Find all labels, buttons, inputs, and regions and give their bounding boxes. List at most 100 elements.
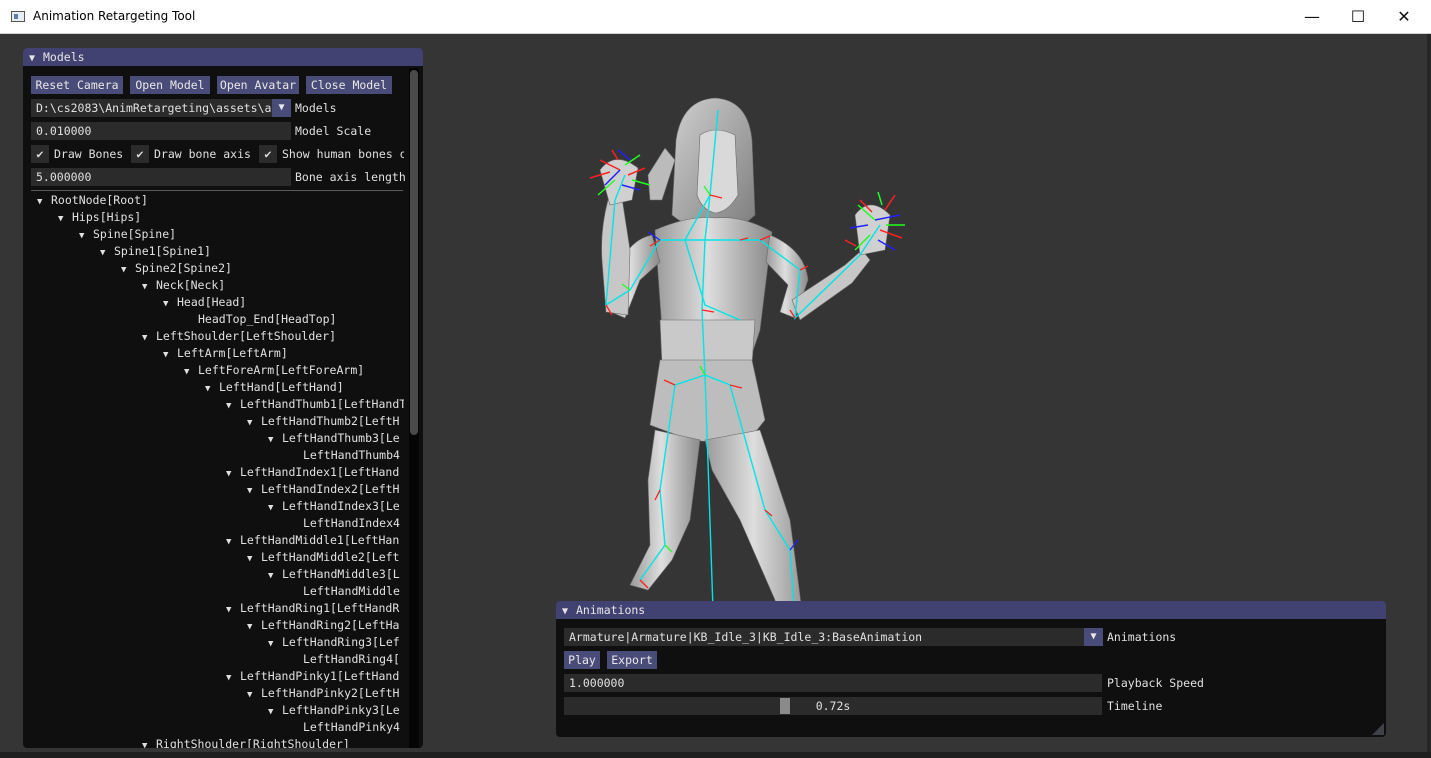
maximize-button[interactable]: ☐ — [1335, 0, 1381, 33]
expand-arrow-icon[interactable]: ▼ — [268, 704, 282, 721]
tree-node[interactable]: LeftHandThumb4 — [289, 447, 400, 464]
expand-arrow-icon[interactable]: ▼ — [247, 619, 261, 636]
model-scale-input[interactable]: 0.010000 — [31, 122, 291, 140]
tree-node[interactable]: ▼ LeftHandIndex3[Le — [268, 498, 400, 515]
expand-arrow-icon[interactable]: ▼ — [58, 211, 72, 228]
tree-node[interactable]: ▼ LeftHandMiddle2[Left — [247, 549, 399, 566]
checkmark-icon: ✔ — [36, 147, 44, 161]
tree-node[interactable]: LeftHandRing4[ — [289, 651, 400, 668]
animation-clip-combo[interactable]: Armature|Armature|KB_Idle_3|KB_Idle_3:Ba… — [564, 628, 1085, 646]
tree-node[interactable]: ▼ LeftHandRing1[LeftHandR — [226, 600, 399, 617]
tree-node[interactable]: ▼ LeftHand[LeftHand] — [205, 379, 344, 396]
export-button[interactable]: Export — [607, 651, 657, 669]
tree-node[interactable]: ▼ LeftHandIndex1[LeftHand — [226, 464, 399, 481]
tree-node-label: Head[Head] — [177, 295, 247, 309]
tree-node[interactable]: ▼ LeftHandMiddle1[LeftHan — [226, 532, 399, 549]
draw-bones-checkbox[interactable]: ✔ — [31, 145, 49, 163]
tree-node[interactable]: ▼ LeftShoulder[LeftShoulder] — [142, 328, 336, 345]
models-scrollbar-thumb[interactable] — [410, 70, 418, 435]
tree-node[interactable]: LeftHandIndex4 — [289, 515, 400, 532]
timeline-slider[interactable]: 0.72s — [564, 697, 1102, 715]
close-icon: ✕ — [1397, 7, 1411, 26]
tree-node-label: LeftHandIndex4 — [303, 516, 400, 530]
tree-node-label: LeftHandRing2[LeftHa — [261, 618, 400, 632]
tree-node[interactable]: ▼ LeftHandMiddle3[L — [268, 566, 400, 583]
expand-arrow-icon[interactable]: ▼ — [247, 415, 261, 432]
tree-node[interactable]: ▼ LeftHandThumb1[LeftHandT — [226, 396, 404, 413]
tree-node[interactable]: LeftHandMiddle — [289, 583, 400, 600]
animations-panel-header[interactable]: ▼ Animations — [556, 601, 1386, 619]
expand-arrow-icon[interactable]: ▼ — [226, 466, 240, 483]
expand-arrow-icon[interactable]: ▼ — [226, 602, 240, 619]
expand-arrow-icon[interactable]: ▼ — [142, 330, 156, 347]
chevron-down-icon[interactable]: ▼ — [1084, 628, 1103, 646]
tree-node[interactable]: ▼ LeftArm[LeftArm] — [163, 345, 288, 362]
tree-node[interactable]: ▼ Spine2[Spine2] — [121, 260, 232, 277]
tree-node[interactable]: ▼ Head[Head] — [163, 294, 246, 311]
expand-arrow-icon[interactable]: ▼ — [142, 279, 156, 296]
tree-node[interactable]: ▼ LeftHandThumb3[Le — [268, 430, 400, 447]
expand-arrow-icon[interactable]: ▼ — [268, 500, 282, 517]
expand-arrow-icon[interactable]: ▼ — [163, 296, 177, 313]
expand-arrow-icon[interactable]: ▼ — [205, 381, 219, 398]
expand-arrow-icon[interactable]: ▼ — [184, 364, 198, 381]
expand-arrow-icon[interactable]: ▼ — [226, 670, 240, 687]
expand-arrow-icon[interactable]: ▼ — [37, 194, 51, 211]
expand-arrow-icon[interactable]: ▼ — [268, 432, 282, 449]
models-panel-header[interactable]: ▼ Models — [23, 48, 423, 66]
play-button[interactable]: Play — [564, 651, 600, 669]
reset-camera-button[interactable]: Reset Camera — [31, 76, 123, 94]
title-bar[interactable]: Animation Retargeting Tool — ☐ ✕ — [0, 0, 1431, 34]
expand-arrow-icon[interactable]: ▼ — [247, 687, 261, 704]
collapse-triangle-icon[interactable]: ▼ — [29, 50, 43, 68]
expand-arrow-icon[interactable]: ▼ — [268, 568, 282, 585]
tree-node-label: Spine[Spine] — [93, 227, 177, 241]
expand-arrow-icon[interactable]: ▼ — [163, 347, 177, 364]
open-model-button[interactable]: Open Model — [130, 76, 210, 94]
timeline-slider-grab[interactable] — [780, 698, 790, 714]
open-avatar-button[interactable]: Open Avatar — [217, 76, 299, 94]
tree-node-label: Neck[Neck] — [156, 278, 226, 292]
close-button[interactable]: ✕ — [1381, 0, 1427, 33]
models-scrollbar[interactable] — [409, 68, 419, 748]
expand-arrow-icon[interactable]: ▼ — [100, 245, 114, 262]
expand-arrow-icon[interactable]: ▼ — [142, 738, 156, 748]
collapse-triangle-icon[interactable]: ▼ — [562, 603, 576, 621]
tree-node[interactable]: ▼ RightShoulder[RightShoulder] — [142, 736, 350, 748]
tree-node[interactable]: ▼ LeftForeArm[LeftForeArm] — [184, 362, 364, 379]
draw-bone-axis-checkbox[interactable]: ✔ — [131, 145, 149, 163]
minimize-button[interactable]: — — [1289, 0, 1335, 33]
expand-arrow-icon[interactable]: ▼ — [226, 534, 240, 551]
close-model-button[interactable]: Close Model — [306, 76, 392, 94]
tree-node[interactable]: ▼ LeftHandThumb2[LeftH — [247, 413, 399, 430]
tree-node[interactable]: ▼ Neck[Neck] — [142, 277, 225, 294]
tree-node[interactable]: ▼ Hips[Hips] — [58, 209, 141, 226]
models-path-combo[interactable]: D:\cs2083\AnimRetargeting\assets\a — [31, 99, 272, 117]
playback-speed-input[interactable]: 1.000000 — [564, 674, 1102, 692]
tree-node[interactable]: LeftHandPinky4 — [289, 719, 400, 736]
expand-arrow-icon[interactable]: ▼ — [226, 398, 240, 415]
chevron-down-icon[interactable]: ▼ — [272, 99, 291, 117]
show-human-bones-checkbox[interactable]: ✔ — [259, 145, 277, 163]
tree-node[interactable]: ▼ LeftHandPinky3[Le — [268, 702, 400, 719]
3d-viewport[interactable]: ▼ Models Reset Camera Open Model Open Ava… — [0, 34, 1427, 752]
tree-node[interactable]: ▼ Spine[Spine] — [79, 226, 176, 243]
expand-arrow-icon[interactable]: ▼ — [79, 228, 93, 245]
tree-node-label: LeftHandIndex1[LeftHand — [240, 465, 400, 479]
left-hand — [599, 159, 639, 206]
tree-node[interactable]: ▼ RootNode[Root] — [37, 192, 148, 209]
expand-arrow-icon[interactable]: ▼ — [268, 636, 282, 653]
checkmark-icon: ✔ — [136, 147, 144, 161]
expand-arrow-icon[interactable]: ▼ — [247, 483, 261, 500]
tree-node[interactable]: ▼ LeftHandRing3[Lef — [268, 634, 400, 651]
bone-axis-length-input[interactable]: 5.000000 — [31, 168, 291, 186]
resize-grip[interactable] — [1372, 723, 1384, 735]
tree-node[interactable]: ▼ LeftHandPinky2[LeftH — [247, 685, 399, 702]
tree-node[interactable]: ▼ LeftHandIndex2[LeftH — [247, 481, 399, 498]
tree-node[interactable]: ▼ LeftHandRing2[LeftHa — [247, 617, 399, 634]
tree-node[interactable]: ▼ LeftHandPinky1[LeftHand — [226, 668, 399, 685]
expand-arrow-icon[interactable]: ▼ — [121, 262, 135, 279]
tree-node[interactable]: ▼ Spine1[Spine1] — [100, 243, 211, 260]
expand-arrow-icon[interactable]: ▼ — [247, 551, 261, 568]
tree-node[interactable]: HeadTop_End[HeadTop] — [184, 311, 336, 328]
